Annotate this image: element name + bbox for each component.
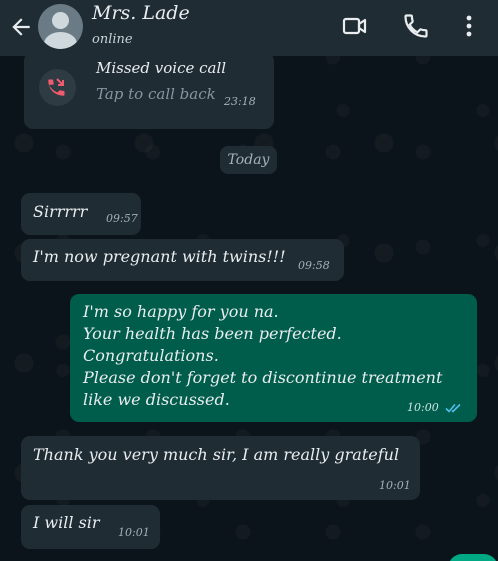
missed-call-bubble[interactable]: Missed voice call Tap to call back 23:18 xyxy=(24,52,274,129)
more-options-icon[interactable] xyxy=(459,12,479,40)
message-time: 23:18 xyxy=(224,95,256,108)
message-text: I will sir xyxy=(33,513,100,532)
contact-name[interactable]: Mrs. Lade xyxy=(92,2,190,24)
message-time: 10:01 xyxy=(379,479,411,492)
message-text: Thank you very much sir, I am really gra… xyxy=(33,445,400,464)
incoming-message[interactable]: Thank you very much sir, I am really gra… xyxy=(21,436,420,500)
read-receipt-icon xyxy=(445,403,461,413)
message-text: Sirrrrr xyxy=(33,202,88,221)
message-time: 10:01 xyxy=(118,526,150,539)
missed-call-title: Missed voice call xyxy=(96,59,227,77)
message-text: I'm so happy for you na. Your health has… xyxy=(83,302,443,409)
incoming-message[interactable]: I'm now pregnant with twins!!! 09:58 xyxy=(21,239,344,281)
call-back-link[interactable]: Tap to call back xyxy=(96,85,216,103)
date-separator: Today xyxy=(220,146,277,174)
video-call-icon[interactable] xyxy=(341,12,369,40)
missed-call-icon xyxy=(39,69,76,106)
back-arrow-icon[interactable] xyxy=(8,14,34,40)
incoming-message[interactable]: I will sir 10:01 xyxy=(21,505,160,549)
message-time: 09:57 xyxy=(106,212,138,225)
outgoing-message[interactable]: I'm so happy for you na. Your health has… xyxy=(70,294,477,422)
incoming-message[interactable]: Sirrrrr 09:57 xyxy=(21,193,141,235)
message-text: I'm now pregnant with twins!!! xyxy=(33,247,286,266)
chat-header: Mrs. Lade online xyxy=(0,0,498,56)
contact-status: online xyxy=(92,32,133,47)
message-time: 09:58 xyxy=(298,259,330,272)
message-time: 10:00 xyxy=(407,401,439,414)
avatar[interactable] xyxy=(38,4,83,49)
voice-call-icon[interactable] xyxy=(402,12,430,40)
scroll-down-button[interactable] xyxy=(448,554,498,561)
